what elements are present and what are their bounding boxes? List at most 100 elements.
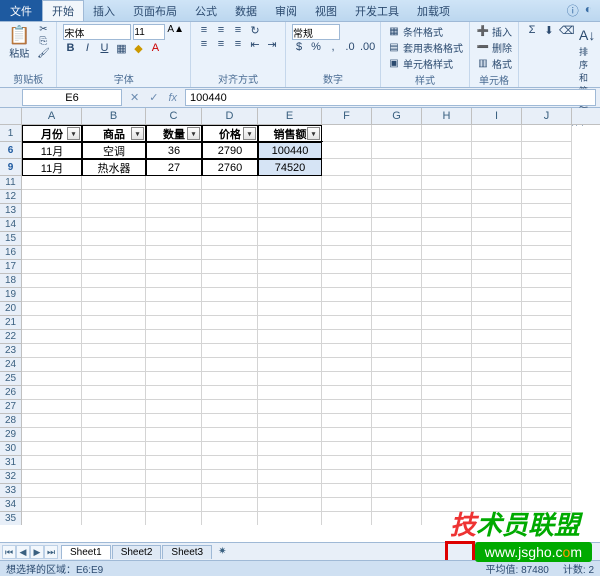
cell[interactable] [372, 372, 422, 386]
cell[interactable]: 价格▾ [202, 125, 258, 142]
cell[interactable] [258, 316, 322, 330]
cell[interactable] [422, 316, 472, 330]
cell[interactable] [522, 125, 572, 142]
cell[interactable] [522, 246, 572, 260]
row-header[interactable]: 30 [0, 442, 22, 456]
cell[interactable] [82, 470, 146, 484]
cell[interactable] [146, 484, 202, 498]
cell[interactable] [202, 218, 258, 232]
cell[interactable] [258, 442, 322, 456]
cell[interactable] [82, 316, 146, 330]
cell[interactable] [372, 484, 422, 498]
cell[interactable]: 11月 [22, 159, 82, 176]
cell[interactable] [258, 386, 322, 400]
align-left-button[interactable]: ≡ [197, 38, 211, 51]
cell[interactable] [146, 512, 202, 525]
row-header[interactable]: 31 [0, 456, 22, 470]
cell[interactable] [258, 190, 322, 204]
col-header[interactable]: D [202, 108, 258, 124]
tab-nav-first[interactable]: ⏮ [2, 545, 16, 559]
align-mid-button[interactable]: ≡ [214, 24, 228, 37]
cell[interactable] [202, 344, 258, 358]
sheet-tab[interactable]: Sheet3 [162, 545, 212, 559]
cell[interactable] [258, 372, 322, 386]
cell[interactable] [422, 246, 472, 260]
cell[interactable] [82, 358, 146, 372]
cell[interactable] [522, 302, 572, 316]
row-header[interactable]: 21 [0, 316, 22, 330]
cut-button[interactable]: ✂ [36, 24, 50, 35]
cell[interactable] [22, 414, 82, 428]
cell[interactable] [472, 246, 522, 260]
increase-font-icon[interactable]: A▲ [167, 24, 184, 40]
cell[interactable] [472, 470, 522, 484]
cell[interactable] [202, 316, 258, 330]
cell[interactable] [146, 400, 202, 414]
cell[interactable]: 月份▾ [22, 125, 82, 142]
ribbon-tab-addins[interactable]: 加载项 [408, 0, 459, 21]
row-header[interactable]: 6 [0, 142, 22, 159]
cell[interactable] [372, 190, 422, 204]
row-header[interactable]: 15 [0, 232, 22, 246]
cell[interactable] [202, 498, 258, 512]
cell[interactable] [522, 400, 572, 414]
indent-dec-button[interactable]: ⇤ [248, 38, 262, 51]
cell[interactable] [472, 190, 522, 204]
cell[interactable] [472, 204, 522, 218]
cell[interactable] [22, 442, 82, 456]
copy-button[interactable]: ⎘ [36, 36, 50, 47]
cell[interactable] [82, 442, 146, 456]
ribbon-tab-layout[interactable]: 页面布局 [124, 0, 186, 21]
cell[interactable] [22, 386, 82, 400]
cell[interactable] [472, 232, 522, 246]
cell[interactable]: 热水器 [82, 159, 146, 176]
cell[interactable] [322, 302, 372, 316]
cell[interactable] [22, 288, 82, 302]
cell[interactable] [372, 204, 422, 218]
cell[interactable] [372, 218, 422, 232]
cell[interactable] [146, 344, 202, 358]
row-header[interactable]: 12 [0, 190, 22, 204]
cell[interactable]: 空调 [82, 142, 146, 159]
row-header[interactable]: 29 [0, 428, 22, 442]
fill-button[interactable]: ⬇ [542, 24, 556, 37]
cell[interactable] [82, 302, 146, 316]
cell[interactable] [202, 512, 258, 525]
cell[interactable] [258, 344, 322, 358]
cell[interactable] [422, 358, 472, 372]
cell[interactable] [372, 498, 422, 512]
cell[interactable] [258, 302, 322, 316]
cell[interactable] [22, 232, 82, 246]
cell[interactable] [146, 470, 202, 484]
row-header[interactable]: 17 [0, 260, 22, 274]
row-header[interactable]: 32 [0, 470, 22, 484]
cell[interactable] [22, 316, 82, 330]
sheet-tab[interactable]: Sheet2 [112, 545, 162, 559]
cell[interactable] [522, 498, 572, 512]
cell[interactable] [146, 428, 202, 442]
cell[interactable] [372, 330, 422, 344]
cell[interactable] [422, 190, 472, 204]
cell[interactable] [82, 218, 146, 232]
cell[interactable] [258, 470, 322, 484]
cell[interactable] [146, 218, 202, 232]
cell[interactable]: 商品▾ [82, 125, 146, 142]
cell[interactable] [82, 484, 146, 498]
autosum-button[interactable]: Σ [525, 24, 539, 37]
cell[interactable] [202, 330, 258, 344]
cell[interactable] [146, 414, 202, 428]
cell[interactable]: 11月 [22, 142, 82, 159]
cell[interactable] [322, 400, 372, 414]
cell[interactable] [22, 470, 82, 484]
row-header[interactable]: 13 [0, 204, 22, 218]
cell[interactable] [522, 428, 572, 442]
fx-icon[interactable]: fx [168, 92, 177, 104]
font-color-button[interactable]: A [148, 42, 162, 55]
help-icon[interactable]: ⓘ [567, 2, 579, 19]
select-all-corner[interactable] [0, 108, 22, 124]
bold-button[interactable]: B [63, 42, 77, 55]
align-bot-button[interactable]: ≡ [231, 24, 245, 37]
filter-dropdown-icon[interactable]: ▾ [243, 127, 256, 140]
cell[interactable] [82, 330, 146, 344]
cell[interactable] [522, 442, 572, 456]
